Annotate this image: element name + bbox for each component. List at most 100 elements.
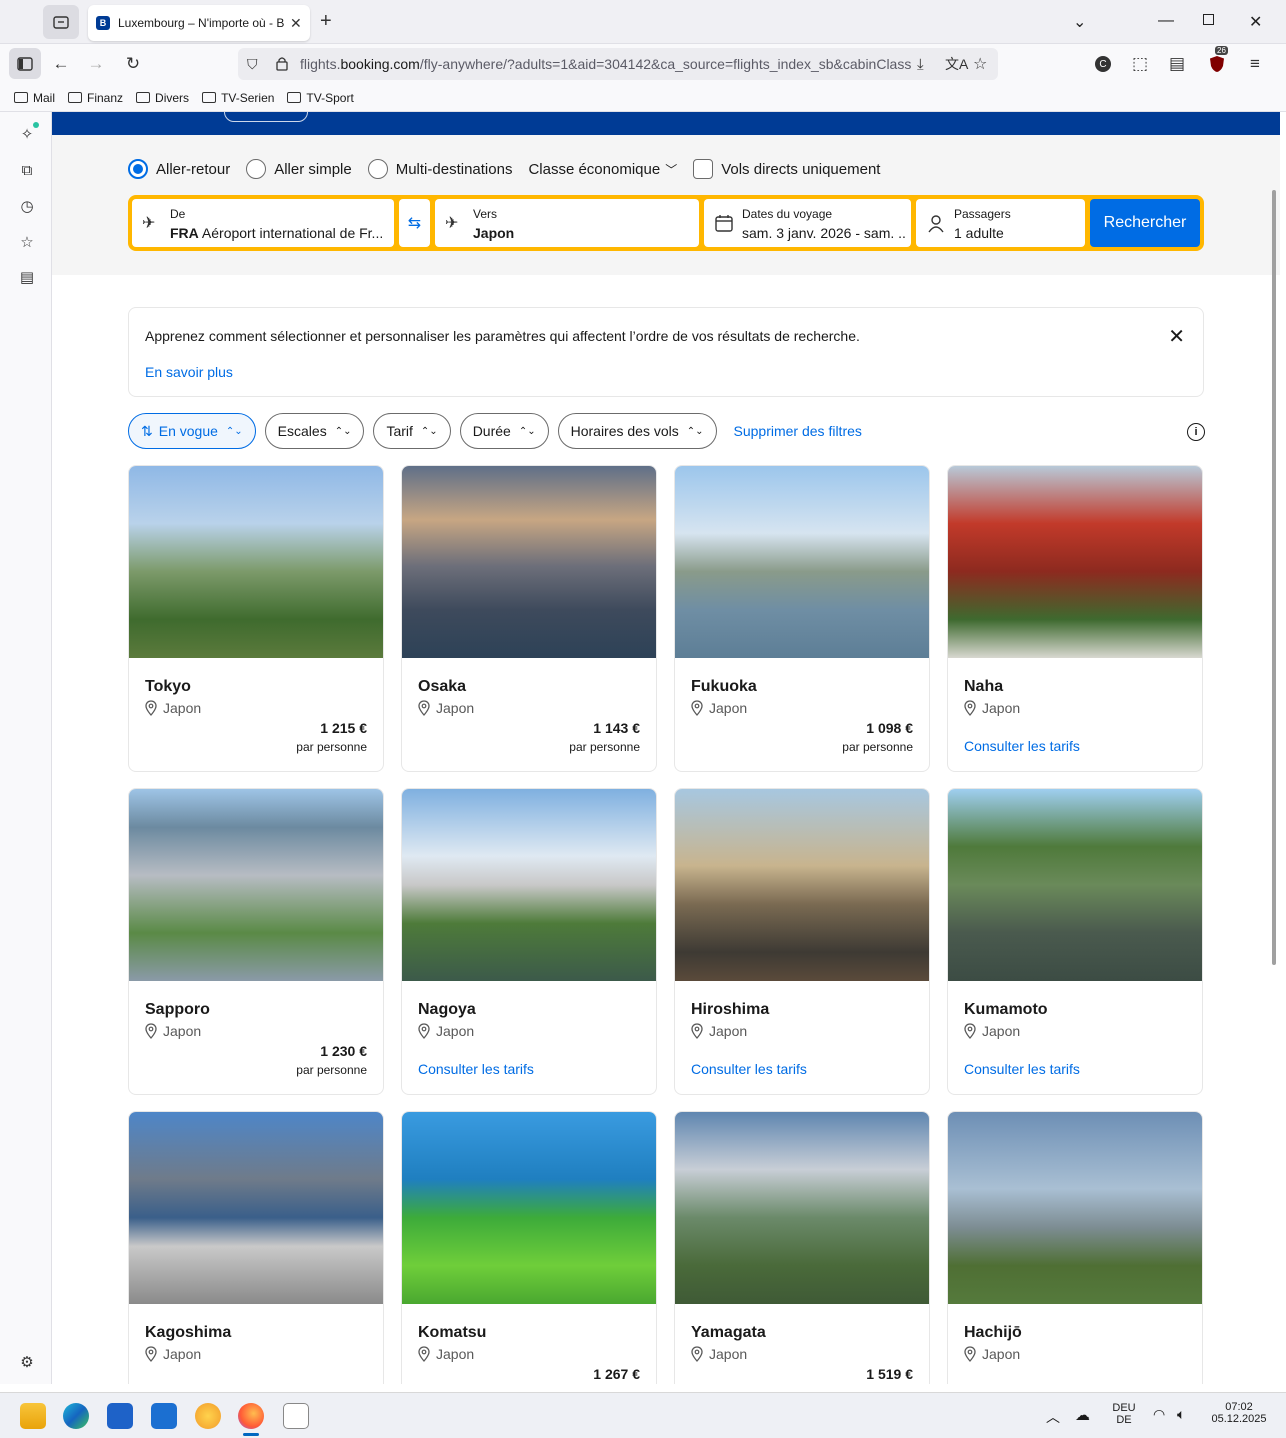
bookmark-folder[interactable]: Divers — [136, 91, 189, 105]
ublock-extension-icon[interactable]: 26 — [1205, 46, 1229, 76]
flight-times-filter-chip[interactable]: Horaires des vols ⌃⌄ — [557, 413, 717, 449]
browser-tab-active[interactable]: B Luxembourg – N'importe où - B ✕ — [88, 5, 310, 41]
price-per-person: par personne — [569, 740, 640, 754]
synced-tabs-icon[interactable]: ⧉ — [17, 160, 37, 180]
tracking-protection-shield-icon[interactable]: ⛉ — [247, 56, 258, 73]
destination-card[interactable]: Osaka Japon 1 143 € par personne — [401, 465, 657, 772]
dates-field[interactable]: Dates du voyage sam. 3 janv. 2026 - sam.… — [704, 199, 911, 247]
new-tab-button[interactable]: + — [320, 10, 332, 33]
destination-card[interactable]: Nagoya Japon Consulter les tarifs — [401, 788, 657, 1095]
extension-badge: 26 — [1215, 46, 1228, 55]
radio-label: Aller simple — [274, 160, 352, 178]
swap-button[interactable]: ⇆ — [399, 199, 430, 247]
language-indicator[interactable]: DEU DE — [1108, 1402, 1140, 1426]
radio-one-way[interactable]: Aller simple — [246, 159, 352, 179]
passengers-field[interactable]: Passagers 1 adulte — [916, 199, 1085, 247]
tab-close-icon[interactable]: ✕ — [290, 15, 302, 32]
bookmark-folder[interactable]: Mail — [14, 91, 55, 105]
language-bottom: DE — [1116, 1414, 1132, 1426]
destination-card[interactable]: Tokyo Japon 1 215 € par personne — [128, 465, 384, 772]
chip-label: Horaires des vols — [570, 423, 679, 439]
bookmarks-star-icon[interactable]: ☆ — [17, 232, 37, 252]
reload-button[interactable]: ↻ — [121, 52, 145, 76]
radio-button[interactable] — [246, 159, 267, 179]
view-fares-link[interactable]: Consulter les tarifs — [964, 1061, 1080, 1077]
tab-list-button[interactable] — [43, 5, 79, 39]
view-fares-link[interactable]: Consulter les tarifs — [418, 1061, 534, 1077]
to-field[interactable]: ✈ Vers Japon — [435, 199, 699, 247]
from-field[interactable]: ✈ De FRA Aéroport international de Fr... — [132, 199, 394, 247]
destination-country: Japon — [145, 1346, 201, 1362]
onedrive-cloud-icon[interactable]: ☁ — [1075, 1406, 1090, 1424]
clear-filters-link[interactable]: Supprimer des filtres — [734, 423, 862, 439]
destination-card[interactable]: Hachijō Japon — [947, 1111, 1203, 1384]
search-button[interactable]: Rechercher — [1090, 199, 1200, 247]
ai-sparkle-icon[interactable]: ✧ — [17, 122, 39, 144]
notes-icon[interactable]: ▤ — [17, 267, 37, 287]
destination-card[interactable]: Kumamoto Japon Consulter les tarifs — [947, 788, 1203, 1095]
checkbox[interactable] — [693, 159, 714, 179]
direct-flights-checkbox[interactable]: Vols directs uniquement — [693, 159, 880, 179]
tray-overflow-chevron-icon[interactable]: ︿ — [1046, 1407, 1060, 1427]
wifi-icon[interactable]: ◠ — [1153, 1406, 1165, 1423]
destination-card[interactable]: Naha Japon Consulter les tarifs — [947, 465, 1203, 772]
radio-round-trip[interactable]: Aller-retour — [128, 159, 230, 179]
stops-filter-chip[interactable]: Escales ⌃⌄ — [264, 413, 365, 449]
history-clock-icon[interactable]: ◷ — [17, 196, 37, 216]
destination-card[interactable]: Komatsu Japon 1 267 € — [401, 1111, 657, 1384]
cabin-class-dropdown[interactable]: Classe économique ﹀ — [528, 161, 677, 178]
bookmark-folder[interactable]: TV-Sport — [287, 91, 354, 105]
destination-card[interactable]: Hiroshima Japon Consulter les tarifs — [674, 788, 930, 1095]
radio-multi-city[interactable]: Multi-destinations — [367, 159, 512, 179]
sort-trending-chip[interactable]: ⇅ En vogue ⌃⌄ — [128, 413, 256, 449]
bookmark-folder[interactable]: Finanz — [68, 91, 123, 105]
view-fares-link[interactable]: Consulter les tarifs — [691, 1061, 807, 1077]
extensions-icon[interactable]: ⬚ — [1128, 52, 1152, 76]
solitaire-icon[interactable] — [283, 1403, 309, 1429]
radio-button[interactable] — [367, 159, 388, 179]
url-path: /fly-anywhere/?adults=1&aid=304142&ca_so… — [419, 56, 912, 72]
close-icon[interactable]: ✕ — [1168, 324, 1185, 349]
weather-app-icon[interactable] — [195, 1403, 221, 1429]
forward-button[interactable]: → — [84, 52, 108, 76]
minimize-button[interactable]: — — [1158, 12, 1174, 30]
destination-card[interactable]: Sapporo Japon 1 230 € par personne — [128, 788, 384, 1095]
file-explorer-icon[interactable] — [20, 1403, 46, 1429]
close-window-button[interactable]: ✕ — [1249, 12, 1262, 32]
sidebar-toggle-button[interactable] — [9, 48, 41, 79]
radio-button-checked[interactable] — [128, 159, 148, 179]
back-button[interactable]: ← — [49, 52, 73, 76]
page-scrollbar[interactable] — [1272, 190, 1276, 965]
info-icon[interactable]: i — [1187, 423, 1205, 441]
account-icon[interactable]: C — [1091, 52, 1115, 76]
save-page-icon[interactable]: ⤓ — [917, 56, 924, 73]
url-text[interactable]: flights.booking.com/fly-anywhere/?adults… — [300, 56, 912, 72]
speaker-icon[interactable]: 🔈︎ — [1177, 1406, 1185, 1423]
bookmark-folder[interactable]: TV-Serien — [202, 91, 274, 105]
translate-icon[interactable]: 文A — [945, 54, 968, 74]
booking-favicon-icon: B — [96, 16, 110, 30]
firefox-icon[interactable] — [238, 1403, 264, 1429]
store-icon[interactable] — [107, 1403, 133, 1429]
fare-filter-chip[interactable]: Tarif ⌃⌄ — [373, 413, 451, 449]
duration-filter-chip[interactable]: Durée ⌃⌄ — [459, 413, 549, 449]
outlook-icon[interactable] — [151, 1403, 177, 1429]
destination-card[interactable]: Kagoshima Japon — [128, 1111, 384, 1384]
learn-more-link[interactable]: En savoir plus — [145, 364, 233, 380]
url-bar[interactable]: ⛉ flights.booking.com/fly-anywhere/?adul… — [238, 48, 998, 80]
edge-browser-icon[interactable] — [63, 1403, 89, 1429]
tab-overflow-chevron-icon[interactable]: ⌄ — [1073, 12, 1086, 32]
bookmark-star-icon[interactable]: ☆ — [973, 54, 987, 74]
settings-gear-icon[interactable]: ⚙ — [17, 1352, 37, 1372]
reader-list-icon[interactable]: ▤ — [1165, 52, 1189, 76]
header-pill-button[interactable] — [224, 112, 308, 122]
clock[interactable]: 07:02 05.12.2025 — [1205, 1401, 1273, 1425]
maximize-button[interactable] — [1203, 14, 1214, 25]
lock-icon[interactable] — [276, 56, 288, 71]
menu-hamburger-icon[interactable]: ≡ — [1243, 52, 1267, 76]
destination-card[interactable]: Yamagata Japon 1 519 € — [674, 1111, 930, 1384]
view-fares-link[interactable]: Consulter les tarifs — [964, 738, 1080, 754]
destination-card[interactable]: Fukuoka Japon 1 098 € par personne — [674, 465, 930, 772]
bookmark-label: Divers — [155, 90, 190, 105]
map-pin-icon — [964, 1023, 976, 1039]
